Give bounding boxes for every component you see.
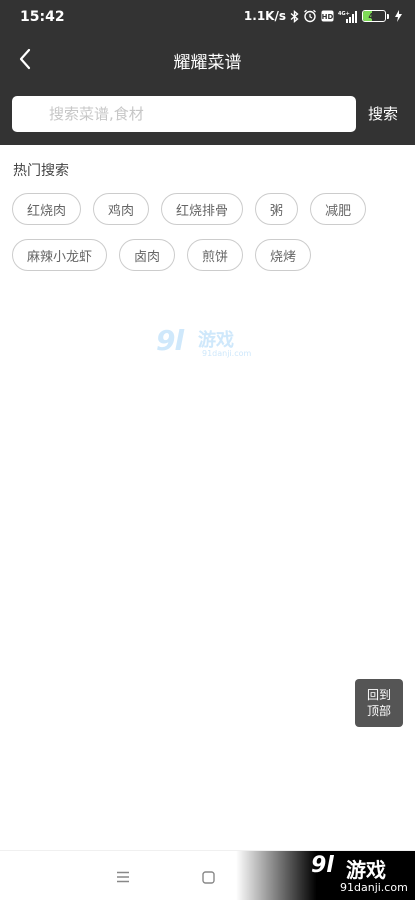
header-area: 15:42 1.1K/s HD 4G+ 40 耀耀菜谱 搜索菜谱,食材 搜索 xyxy=(0,0,415,145)
corner-watermark-number: 9l xyxy=(311,853,334,878)
search-button[interactable]: 搜索 xyxy=(368,103,398,124)
battery-indicator: 40 xyxy=(362,10,389,22)
watermark-domain: 91danji.com xyxy=(202,349,252,358)
watermark-number: 9l xyxy=(156,324,184,357)
corner-watermark-text: 游戏 xyxy=(346,858,386,882)
svg-text:HD: HD xyxy=(322,13,334,21)
status-bar: 15:42 1.1K/s HD 4G+ 40 xyxy=(0,0,415,36)
search-row: 搜索 xyxy=(0,96,415,132)
charging-icon xyxy=(393,10,405,22)
alarm-icon xyxy=(303,9,317,23)
watermark-logo: 9l 游戏 91danji.com xyxy=(156,324,256,364)
system-nav-bar: 9l 游戏 91danji.com xyxy=(0,850,415,900)
recipe-search-page: 15:42 1.1K/s HD 4G+ 40 耀耀菜谱 搜索菜谱,食材 搜索 热… xyxy=(0,0,415,900)
search-box xyxy=(12,96,356,132)
hot-search-tag[interactable]: 烧烤 xyxy=(255,239,312,271)
hot-search-tags: 红烧肉 鸡肉 红烧排骨粥减肥麻辣小龙虾 卤肉 煎饼 烧烤 xyxy=(12,193,407,271)
net-speed: 1.1K/s xyxy=(243,9,286,23)
back-to-top-line2: 顶部 xyxy=(366,704,391,718)
hot-search-tag[interactable]: 减肥 xyxy=(310,193,367,225)
signal-icon: 4G+ xyxy=(338,10,358,23)
nav-bar: 耀耀菜谱 xyxy=(0,36,415,86)
corner-watermark-domain: 91danji.com xyxy=(340,881,408,894)
hot-search-title: 热门搜索 xyxy=(13,163,69,179)
hot-search-tag[interactable]: 红烧肉 xyxy=(12,193,82,225)
svg-text:4G+: 4G+ xyxy=(338,11,350,17)
hot-search-tag[interactable]: 粥 xyxy=(255,193,299,225)
bluetooth-icon xyxy=(290,9,299,23)
status-icons: 1.1K/s HD 4G+ 40 xyxy=(244,9,405,23)
hd-icon: HD xyxy=(321,10,334,22)
hot-search-tag[interactable]: 鸡肉 xyxy=(93,193,150,225)
hot-search-tag[interactable]: 卤肉 xyxy=(119,239,176,271)
hot-search-tag[interactable]: 煎饼 xyxy=(187,239,244,271)
hot-search-tag[interactable]: 麻辣小龙虾 xyxy=(12,239,108,271)
page-title: 耀耀菜谱 xyxy=(173,53,242,73)
search-input[interactable] xyxy=(12,96,356,132)
menu-icon[interactable] xyxy=(116,868,130,887)
corner-watermark: 9l 游戏 91danji.com xyxy=(236,851,415,900)
back-to-top-button[interactable]: 回到 顶部 xyxy=(355,679,403,727)
home-icon[interactable] xyxy=(202,869,215,888)
back-to-top-line1: 回到 xyxy=(366,688,391,702)
status-time: 15:42 xyxy=(20,9,65,25)
hot-search-tag[interactable]: 红烧排骨 xyxy=(161,193,244,225)
battery-level: 40 xyxy=(368,11,380,21)
